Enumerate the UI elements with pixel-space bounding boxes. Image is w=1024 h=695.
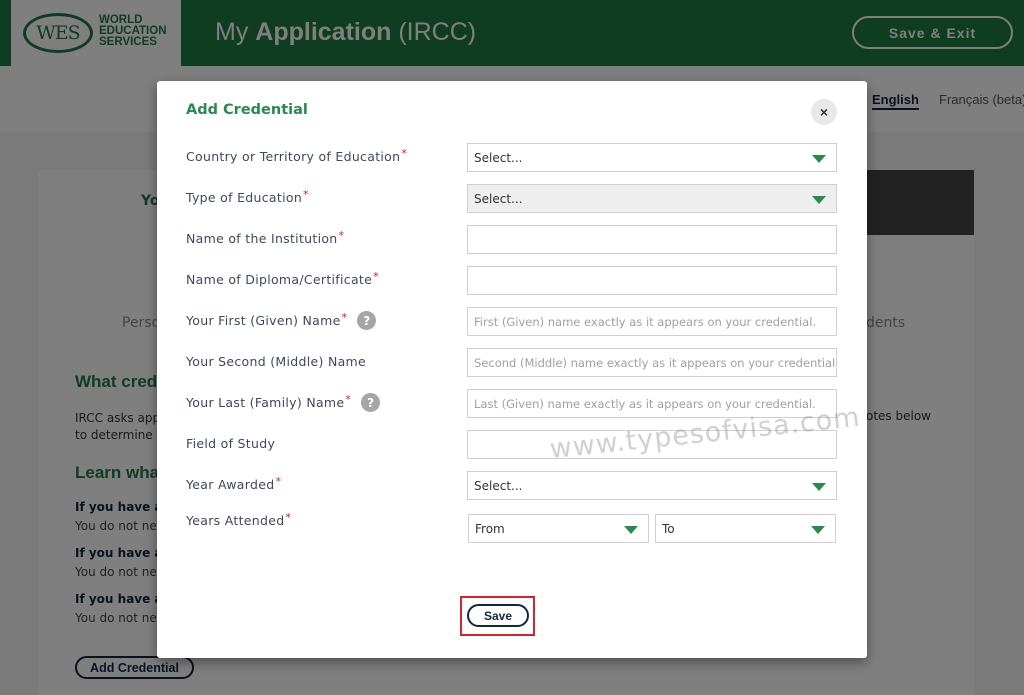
label-text: Your First (Given) Name — [186, 313, 341, 328]
country-select[interactable]: Select... — [467, 143, 837, 172]
add-credential-modal: Add Credential × Country or Territory of… — [157, 81, 867, 658]
label-text: Your Second (Middle) Name — [186, 354, 367, 369]
chevron-down-icon — [812, 483, 826, 491]
country-label: Country or Territory of Education * — [186, 147, 408, 164]
middle-name-input[interactable] — [474, 349, 836, 376]
required-marker: * — [401, 147, 408, 160]
modal-title: Add Credential — [186, 102, 308, 118]
education-type-label: Type of Education * — [186, 188, 309, 205]
last-name-field[interactable] — [467, 389, 837, 418]
close-icon: × — [819, 104, 829, 120]
chevron-down-icon — [811, 526, 825, 534]
chevron-down-icon — [624, 526, 638, 534]
education-type-select[interactable]: Select... — [467, 184, 837, 213]
save-button[interactable]: Save — [467, 604, 529, 627]
diploma-field[interactable] — [467, 266, 837, 295]
required-marker: * — [373, 270, 379, 283]
year-awarded-label: Year Awarded * — [186, 475, 282, 492]
first-name-label: Your First (Given) Name * ? — [186, 311, 377, 330]
required-marker: * — [345, 393, 352, 406]
label-text: Name of Diploma/Certificate — [186, 272, 373, 287]
chevron-down-icon — [812, 196, 826, 204]
first-name-field[interactable] — [467, 307, 837, 336]
label-text: Year Awarded — [186, 477, 275, 492]
institution-label: Name of the Institution * — [186, 229, 345, 246]
select-value: Select... — [474, 478, 523, 493]
label-text: Field of Study — [186, 436, 276, 451]
label-text: Your Last (Family) Name — [186, 395, 345, 410]
years-attended-label: Years Attended * — [186, 511, 292, 528]
diploma-input[interactable] — [474, 267, 836, 294]
select-value: To — [662, 521, 675, 536]
required-marker: * — [303, 188, 309, 201]
years-attended-to-select[interactable]: To — [655, 514, 836, 543]
middle-name-field[interactable] — [467, 348, 837, 377]
label-text: Name of the Institution — [186, 231, 338, 246]
diploma-label: Name of Diploma/Certificate * — [186, 270, 379, 287]
required-marker: * — [285, 511, 292, 524]
middle-name-label: Your Second (Middle) Name — [186, 354, 366, 369]
chevron-down-icon — [812, 155, 826, 163]
years-attended-from-select[interactable]: From — [468, 514, 649, 543]
institution-field[interactable] — [467, 225, 837, 254]
select-value: Select... — [474, 191, 523, 206]
field-of-study-field[interactable] — [467, 430, 837, 459]
label-text: Years Attended — [186, 513, 285, 528]
required-marker: * — [275, 475, 282, 488]
label-text: Country or Territory of Education — [186, 149, 401, 164]
select-value: Select... — [474, 150, 523, 165]
close-modal-button[interactable]: × — [811, 99, 837, 125]
label-text: Type of Education — [186, 190, 303, 205]
help-icon[interactable]: ? — [357, 311, 377, 330]
field-of-study-label: Field of Study — [186, 436, 275, 451]
last-name-input[interactable] — [474, 390, 836, 417]
field-of-study-input[interactable] — [474, 431, 836, 458]
select-value: From — [475, 521, 505, 536]
last-name-label: Your Last (Family) Name * ? — [186, 393, 381, 412]
required-marker: * — [338, 229, 345, 242]
help-icon[interactable]: ? — [361, 393, 381, 412]
first-name-input[interactable] — [474, 308, 836, 335]
institution-input[interactable] — [474, 226, 836, 253]
required-marker: * — [341, 311, 348, 324]
year-awarded-select[interactable]: Select... — [467, 471, 837, 500]
